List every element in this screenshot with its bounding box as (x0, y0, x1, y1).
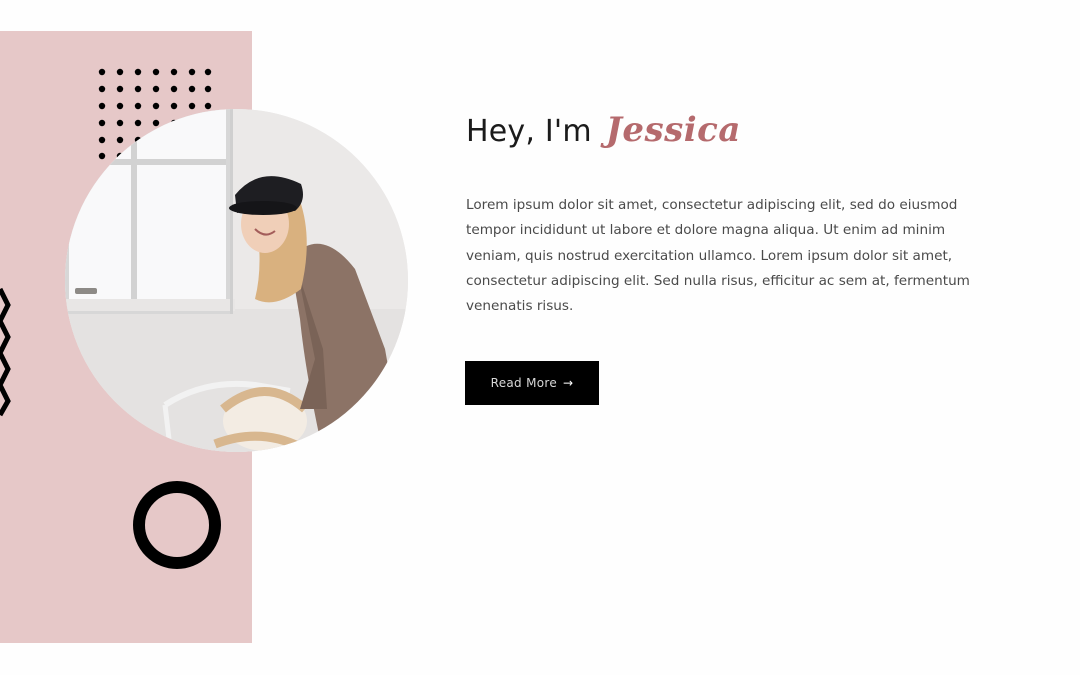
greeting-text: Hey, I'm (466, 114, 592, 149)
ring-decoration (133, 481, 221, 569)
hero-section: Hey, I'm Jessica Lorem ipsum dolor sit a… (0, 0, 1080, 675)
read-more-button[interactable]: Read More → (465, 361, 599, 405)
zigzag-decoration (0, 287, 11, 417)
arrow-right-icon: → (563, 376, 574, 390)
read-more-label: Read More (490, 376, 558, 390)
profile-photo (65, 109, 408, 452)
hero-heading: Hey, I'm Jessica (466, 110, 741, 160)
name-text: Jessica (605, 110, 741, 150)
bio-paragraph: Lorem ipsum dolor sit amet, consectetur … (466, 197, 970, 315)
